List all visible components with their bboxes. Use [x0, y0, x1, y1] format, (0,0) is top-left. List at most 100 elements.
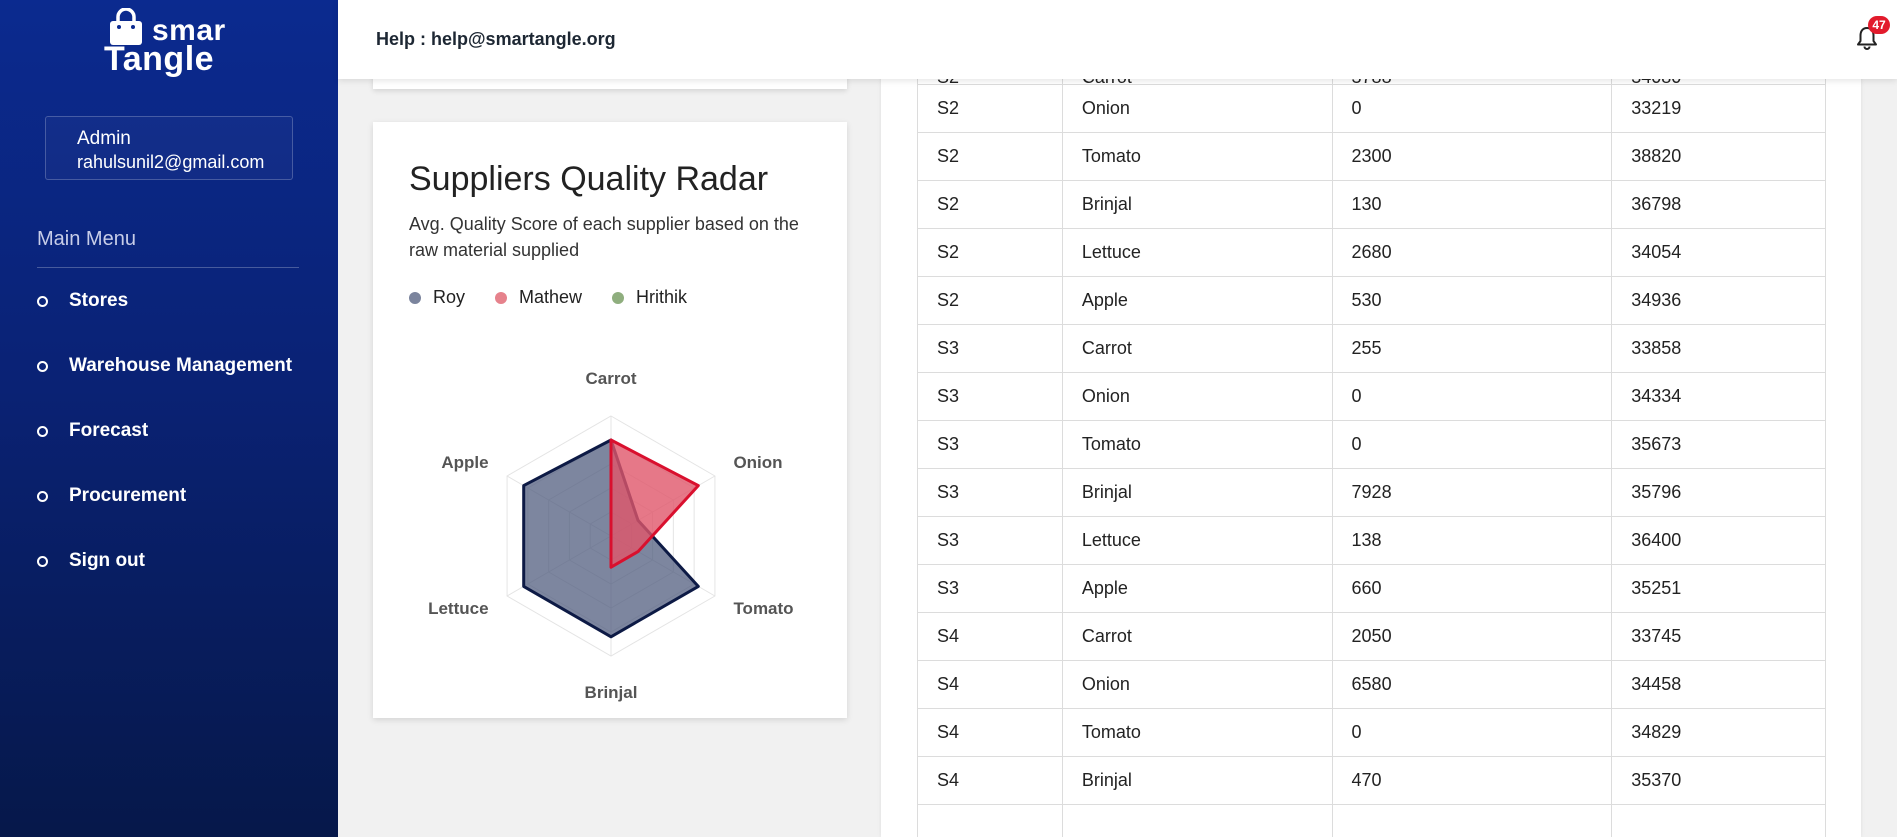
table-row: S3 Lettuce 138 36400	[917, 516, 1826, 565]
radar-axis-label: Brinjal	[585, 683, 638, 702]
table-row: S2 Onion 0 33219	[917, 84, 1826, 133]
quantity-cell: 2680	[1331, 228, 1613, 277]
table-row: S4 Tomato 0 34829	[917, 708, 1826, 757]
supplier-cell: S3	[917, 324, 1063, 373]
quantity-cell: 0	[1331, 84, 1613, 133]
supplier-table-card: S2Carrot378834080S2Onion033219S2Tomato23…	[881, 60, 1861, 837]
item-cell: Carrot	[1061, 324, 1333, 373]
circle-bullet-icon	[37, 425, 48, 437]
sidebar-item-sign-out[interactable]: Sign out	[37, 550, 145, 572]
price-cell: 35673	[1611, 420, 1826, 469]
supplier-cell	[917, 804, 1063, 837]
notification-badge: 47	[1868, 16, 1890, 34]
price-cell: 35796	[1611, 468, 1826, 517]
sidebar-item-warehouse-management[interactable]: Warehouse Management	[37, 355, 292, 377]
quantity-cell: 470	[1331, 756, 1613, 805]
price-cell: 36798	[1611, 180, 1826, 229]
top-header: Help : help@smartangle.org 47	[338, 0, 1897, 79]
brand-logo[interactable]: smar Tangle	[104, 4, 244, 80]
table-row	[917, 804, 1826, 837]
quantity-cell: 0	[1331, 372, 1613, 421]
main-menu-title: Main Menu	[37, 228, 136, 250]
table-row: S2 Brinjal 130 36798	[917, 180, 1826, 229]
price-cell: 34334	[1611, 372, 1826, 421]
table-row: S3 Apple 660 35251	[917, 564, 1826, 613]
radar-axis-label: Lettuce	[428, 599, 488, 618]
table-row: S4 Brinjal 470 35370	[917, 756, 1826, 805]
supplier-cell: S2	[917, 276, 1063, 325]
supplier-cell: S4	[917, 708, 1063, 757]
help-contact: Help : help@smartangle.org	[376, 29, 616, 49]
radar-axis-label: Carrot	[585, 369, 636, 388]
radar-axis-label: Tomato	[733, 599, 793, 618]
sidebar-item-label: Procurement	[69, 485, 187, 506]
supplier-quality-radar-card: Suppliers Quality Radar Avg. Quality Sco…	[373, 122, 847, 718]
supplier-cell: S2	[917, 180, 1063, 229]
item-cell: Brinjal	[1061, 468, 1333, 517]
circle-bullet-icon	[37, 360, 48, 372]
supplier-cell: S3	[917, 468, 1063, 517]
circle-bullet-icon	[37, 555, 48, 567]
circle-bullet-icon	[37, 490, 48, 502]
table-row: S3 Onion 0 34334	[917, 372, 1826, 421]
table-row: S3 Tomato 0 35673	[917, 420, 1826, 469]
table-row: S2 Apple 530 34936	[917, 276, 1826, 325]
quantity-cell: 0	[1331, 708, 1613, 757]
item-cell: Lettuce	[1061, 516, 1333, 565]
item-cell: Tomato	[1061, 708, 1333, 757]
item-cell: Onion	[1061, 372, 1333, 421]
sidebar-item-label: Forecast	[69, 420, 149, 441]
sidebar: smar Tangle Admin rahulsunil2@gmail.com …	[0, 0, 338, 837]
logo-text-bottom: Tangle	[104, 40, 215, 78]
table-row: S4 Onion 6580 34458	[917, 660, 1826, 709]
quantity-cell: 7928	[1331, 468, 1613, 517]
sidebar-item-forecast[interactable]: Forecast	[37, 420, 148, 442]
admin-profile-box: Admin rahulsunil2@gmail.com	[45, 116, 293, 180]
price-cell: 34458	[1611, 660, 1826, 709]
price-cell: 34829	[1611, 708, 1826, 757]
item-cell: Brinjal	[1061, 756, 1333, 805]
price-cell: 35251	[1611, 564, 1826, 613]
supplier-cell: S3	[917, 420, 1063, 469]
supplier-cell: S2	[917, 228, 1063, 277]
price-cell	[1611, 804, 1826, 837]
quantity-cell: 255	[1331, 324, 1613, 373]
sidebar-item-procurement[interactable]: Procurement	[37, 485, 186, 507]
item-cell	[1061, 804, 1333, 837]
supplier-cell: S3	[917, 372, 1063, 421]
quantity-cell: 2300	[1331, 132, 1613, 181]
item-cell: Apple	[1061, 564, 1333, 613]
table-row: S3 Brinjal 7928 35796	[917, 468, 1826, 517]
item-cell: Brinjal	[1061, 180, 1333, 229]
quantity-cell: 530	[1331, 276, 1613, 325]
sidebar-item-label: Warehouse Management	[69, 355, 293, 376]
supplier-cell: S2	[917, 84, 1063, 133]
price-cell: 34054	[1611, 228, 1826, 277]
quantity-cell	[1331, 804, 1613, 837]
item-cell: Carrot	[1061, 612, 1333, 661]
price-cell: 36400	[1611, 516, 1826, 565]
price-cell: 35370	[1611, 756, 1826, 805]
quantity-cell: 130	[1331, 180, 1613, 229]
table-row: S3 Carrot 255 33858	[917, 324, 1826, 373]
table-row: S2 Tomato 2300 38820	[917, 132, 1826, 181]
supplier-cell: S4	[917, 756, 1063, 805]
table-row: S4 Carrot 2050 33745	[917, 612, 1826, 661]
supplier-cell: S4	[917, 660, 1063, 709]
supplier-stock-table: S2Carrot378834080S2Onion033219S2Tomato23…	[917, 60, 1826, 837]
price-cell: 33219	[1611, 84, 1826, 133]
quantity-cell: 2050	[1331, 612, 1613, 661]
price-cell: 38820	[1611, 132, 1826, 181]
item-cell: Onion	[1061, 84, 1333, 133]
sidebar-item-stores[interactable]: Stores	[37, 290, 128, 312]
quantity-cell: 0	[1331, 420, 1613, 469]
supplier-cell: S3	[917, 516, 1063, 565]
item-cell: Tomato	[1061, 132, 1333, 181]
radar-axis-label: Apple	[441, 453, 488, 472]
price-cell: 33745	[1611, 612, 1826, 661]
radar-axis-label: Onion	[733, 453, 782, 472]
radar-chart: Carrot Onion Tomato Brinjal Lettuce Apple	[428, 369, 793, 702]
table-row: S2 Lettuce 2680 34054	[917, 228, 1826, 277]
supplier-cell: S2	[917, 132, 1063, 181]
item-cell: Apple	[1061, 276, 1333, 325]
